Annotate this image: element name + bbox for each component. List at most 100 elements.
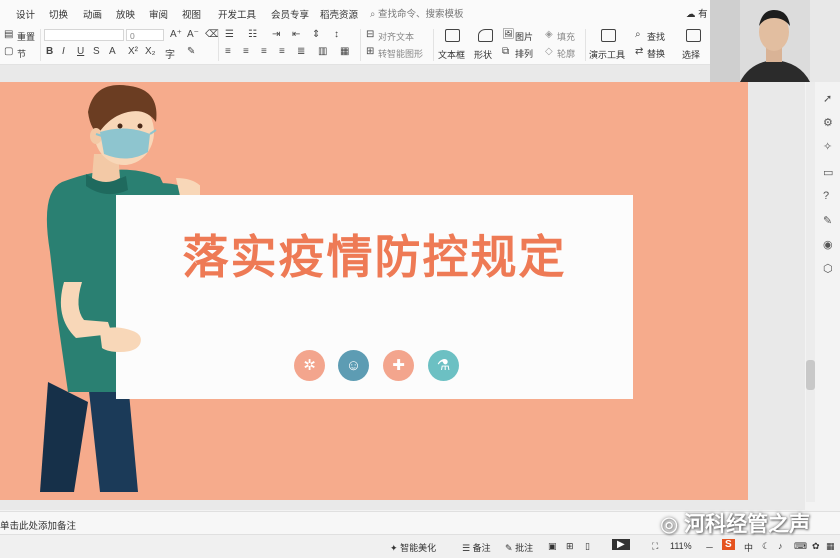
menu-design[interactable]: 设计 <box>16 7 35 21</box>
smartart-button[interactable]: 转智能图形 <box>378 47 423 60</box>
menu-member[interactable]: 会员专享 <box>271 7 309 21</box>
align-center-icon[interactable]: ≡ <box>243 46 249 57</box>
font-color-button[interactable]: A <box>109 46 116 57</box>
notes-placeholder[interactable]: 单击此处添加备注 <box>0 518 76 532</box>
ime-moon-icon[interactable]: ☾ <box>762 541 770 552</box>
picture-button[interactable]: 图片 <box>515 30 533 43</box>
text-box-icon <box>445 29 460 42</box>
find-button[interactable]: 查找 <box>647 30 665 43</box>
comment-icon: ✎ <box>505 543 513 553</box>
notes-toggle-button[interactable]: ☰ 备注 <box>462 541 491 554</box>
right-tool-panel: ➚ ⚙ ✧ ▭ ? ✎ ◉ ⬡ <box>818 82 840 512</box>
outline-button[interactable]: 轮廓 <box>557 47 575 60</box>
superscript-icon[interactable]: X² <box>128 46 138 57</box>
pin-icon[interactable]: ✧ <box>823 140 832 153</box>
comments-label: 批注 <box>515 543 534 553</box>
columns-icon[interactable]: ▥ <box>318 46 327 57</box>
char-spacing-icon[interactable]: 字 <box>165 46 175 61</box>
cube-icon[interactable]: ⬡ <box>823 262 833 275</box>
shrink-font-icon[interactable]: A⁻ <box>187 29 199 40</box>
find-icon: ⌕ <box>635 29 641 40</box>
watermark: ◎ 河科经管之声 <box>660 508 810 538</box>
outline-icon: ◇ <box>545 46 553 57</box>
arrange-button[interactable]: 排列 <box>515 47 533 60</box>
fill-icon: ◈ <box>545 29 553 40</box>
grid-icon[interactable]: ▦ <box>826 541 835 552</box>
help-icon[interactable]: ? <box>823 190 829 202</box>
command-search[interactable]: ⌕ 查找命令、搜索模板 <box>370 6 463 20</box>
microphone-icon[interactable]: ♪ <box>778 541 783 551</box>
section-button[interactable]: 节 <box>17 47 26 60</box>
slide[interactable]: 落实疫情防控规定 ✲ ☺ ✚ ⚗ <box>0 82 748 500</box>
zoom-out-icon[interactable]: － <box>705 541 714 554</box>
fit-window-icon[interactable]: ⛶ <box>652 541 658 552</box>
cloud-status[interactable]: ☁ 有 <box>686 6 708 20</box>
highlight-icon[interactable]: ✎ <box>187 46 195 57</box>
ime-language[interactable]: 中 <box>744 541 753 554</box>
shape-button[interactable]: 形状 <box>474 48 492 61</box>
underline-button[interactable]: U <box>77 46 84 57</box>
sign-board[interactable]: 落实疫情防控规定 ✲ ☺ ✚ ⚗ <box>116 195 633 399</box>
divider <box>585 29 586 61</box>
slide-title[interactable]: 落实疫情防控规定 <box>116 221 633 287</box>
text-effects-icon[interactable]: ▦ <box>340 46 349 57</box>
justify-icon[interactable]: ≡ <box>279 46 285 57</box>
text-direction-icon[interactable]: ↕ <box>334 29 339 40</box>
subscript-icon[interactable]: X₂ <box>145 46 156 57</box>
edit-icon[interactable]: ✎ <box>823 214 832 227</box>
normal-view-icon[interactable]: ▣ <box>548 541 557 552</box>
menu-review[interactable]: 审阅 <box>149 7 168 21</box>
select-icon <box>686 29 701 42</box>
comment-icon[interactable]: ▭ <box>823 166 833 179</box>
slide-sorter-icon[interactable]: ⊞ <box>566 541 574 552</box>
replace-button[interactable]: 替换 <box>647 47 665 60</box>
select-button[interactable]: 选择 <box>682 48 700 61</box>
menu-view[interactable]: 视图 <box>182 7 201 21</box>
distribute-icon[interactable]: ≣ <box>297 46 305 57</box>
grow-font-icon[interactable]: A⁺ <box>170 29 182 40</box>
line-spacing-icon[interactable]: ⇕ <box>312 29 320 40</box>
rocket-icon[interactable]: ➚ <box>823 92 832 105</box>
search-icon: ⌕ <box>370 9 376 20</box>
align-right-icon[interactable]: ≡ <box>261 46 267 57</box>
wechat-icon: ◎ <box>660 513 679 536</box>
indent-icon[interactable]: ⇥ <box>272 29 280 40</box>
text-box-button[interactable]: 文本框 <box>438 48 465 61</box>
strike-button[interactable]: S <box>93 46 100 57</box>
menu-animation[interactable]: 动画 <box>83 7 102 21</box>
settings-sliders-icon[interactable]: ⚙ <box>823 116 833 129</box>
play-slideshow-icon[interactable]: ▶ <box>612 539 630 550</box>
zoom-level[interactable]: 111% <box>670 541 692 551</box>
font-name-field[interactable] <box>44 29 124 41</box>
numbered-list-icon[interactable]: ☷ <box>248 29 257 40</box>
fill-button[interactable]: 填充 <box>557 30 575 43</box>
menu-developer[interactable]: 开发工具 <box>218 7 256 21</box>
italic-button[interactable]: I <box>62 46 65 57</box>
present-tools-button[interactable]: 演示工具 <box>589 48 625 61</box>
shape-icon <box>478 29 493 42</box>
outdent-icon[interactable]: ⇤ <box>292 29 300 40</box>
smart-beautify-icon: ✦ <box>390 543 398 553</box>
bullet-list-icon[interactable]: ☰ <box>225 29 234 40</box>
align-text-button[interactable]: 对齐文本 <box>378 30 414 43</box>
scrollbar-thumb[interactable] <box>806 360 815 390</box>
font-size-field[interactable]: 0 <box>126 29 164 41</box>
smart-beautify-button[interactable]: ✦ 智能美化 <box>390 541 436 554</box>
location-icon[interactable]: ◉ <box>823 238 833 251</box>
menu-docer[interactable]: 稻壳资源 <box>320 7 358 21</box>
menu-slideshow[interactable]: 放映 <box>116 7 135 21</box>
reset-button[interactable]: 重置 <box>17 30 35 43</box>
divider <box>360 29 361 61</box>
divider <box>40 29 41 61</box>
menu-transition[interactable]: 切换 <box>49 7 68 21</box>
ime-logo-icon[interactable]: S <box>722 539 735 550</box>
comments-button[interactable]: ✎ 批注 <box>505 541 533 554</box>
reading-view-icon[interactable]: ▯ <box>585 541 590 552</box>
keyboard-icon[interactable]: ⌨ <box>794 541 807 552</box>
shirt-icon[interactable]: ✿ <box>812 541 820 552</box>
align-left-icon[interactable]: ≡ <box>225 46 231 57</box>
bold-button[interactable]: B <box>46 46 53 57</box>
person-icon: ☺ <box>338 350 369 381</box>
vertical-scrollbar[interactable] <box>806 82 815 502</box>
section-icon: ▢ <box>4 46 14 57</box>
